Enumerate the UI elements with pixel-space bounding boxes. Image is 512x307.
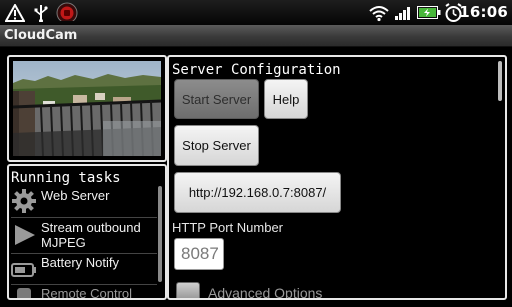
server-url-button[interactable]: http://192.168.0.7:8087/ — [174, 172, 341, 213]
running-tasks-title: Running tasks — [11, 170, 121, 186]
gear-icon — [12, 189, 36, 213]
task-item-web-server[interactable]: Web Server — [11, 188, 157, 218]
task-item-stream-mjpeg[interactable]: Stream outbound MJPEG — [11, 220, 157, 254]
play-icon — [15, 225, 35, 245]
app-title: CloudCam — [4, 28, 78, 43]
task-label: Stream outbound MJPEG — [41, 220, 141, 250]
help-button[interactable]: Help — [264, 79, 308, 119]
battery-charging-icon — [417, 6, 441, 19]
remote-icon — [17, 288, 31, 298]
app-title-bar: CloudCam — [0, 25, 512, 47]
running-tasks-panel: Running tasks Web Server Stream outbound… — [7, 164, 167, 300]
start-server-button[interactable]: Start Server — [174, 79, 259, 119]
task-item-battery-notify[interactable]: Battery Notify — [11, 255, 157, 285]
config-scrollbar[interactable] — [498, 61, 502, 101]
status-bar: 16:06 — [0, 0, 512, 25]
server-config-panel: Server Configuration Start Server Help S… — [167, 55, 507, 300]
advanced-options-row[interactable]: Advanced Options — [174, 279, 494, 300]
battery-icon — [11, 263, 36, 277]
usb-icon — [34, 5, 48, 22]
clock: 16:06 — [459, 3, 508, 21]
server-config-title: Server Configuration — [172, 62, 341, 78]
advanced-options-label: Advanced Options — [208, 285, 323, 300]
app-notification-icon — [56, 2, 78, 21]
camera-preview-image — [13, 61, 161, 156]
http-port-label: HTTP Port Number — [172, 220, 284, 235]
signal-icon — [395, 7, 410, 20]
http-port-input[interactable]: 8087 — [174, 238, 224, 270]
stop-server-button[interactable]: Stop Server — [174, 125, 259, 166]
tasks-scrollbar[interactable] — [158, 186, 162, 282]
task-item-remote-control[interactable]: Remote Control — [11, 286, 157, 300]
wifi-icon — [369, 6, 389, 22]
task-label: Battery Notify — [41, 255, 120, 270]
camera-preview-panel — [7, 55, 167, 162]
task-label: Remote Control — [41, 286, 133, 300]
task-label: Web Server — [41, 188, 110, 203]
warning-icon — [5, 4, 25, 22]
advanced-options-checkbox[interactable] — [176, 282, 200, 298]
